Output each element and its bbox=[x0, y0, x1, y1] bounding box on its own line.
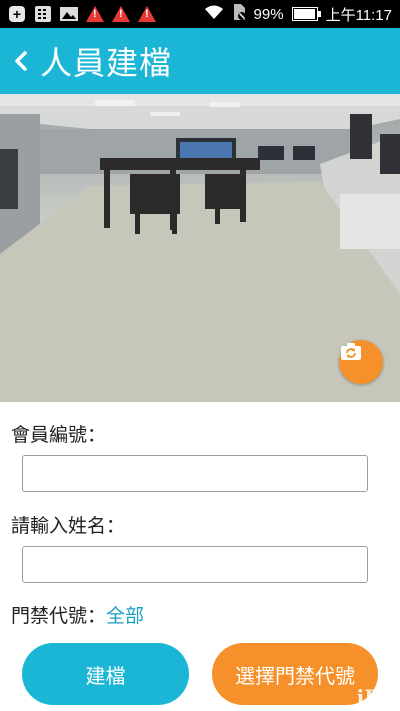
watermark-logo: iBT bbox=[356, 685, 396, 709]
camera-preview bbox=[0, 94, 400, 402]
member-no-label: 會員編號： bbox=[11, 424, 107, 446]
clock: 上午11:17 bbox=[325, 6, 392, 24]
wifi-icon bbox=[204, 4, 224, 24]
chevron-left-icon[interactable] bbox=[6, 46, 36, 76]
status-bar: + 99% 上午11:17 bbox=[0, 0, 400, 28]
page-title: 人員建檔 bbox=[40, 44, 173, 82]
door-code-value: 全部 bbox=[106, 605, 145, 627]
battery-icon bbox=[291, 7, 321, 21]
gallery-icon bbox=[60, 6, 78, 22]
name-label: 請輸入姓名： bbox=[11, 515, 126, 537]
no-sim-icon bbox=[232, 3, 246, 25]
add-notification-icon: + bbox=[8, 6, 26, 22]
app-bar: 人員建檔 bbox=[0, 28, 400, 94]
calculator-icon bbox=[34, 6, 52, 22]
door-code-row: 門禁代號：全部 bbox=[11, 601, 144, 628]
warning-icon bbox=[138, 6, 156, 22]
member-no-input[interactable] bbox=[22, 455, 368, 492]
battery-percent: 99% bbox=[253, 5, 284, 23]
select-door-code-button[interactable]: 選擇門禁代號 bbox=[212, 643, 378, 705]
camera-switch-icon[interactable] bbox=[339, 340, 383, 384]
warning-icon bbox=[86, 6, 104, 22]
door-code-label: 門禁代號： bbox=[11, 605, 107, 627]
warning-icon bbox=[112, 6, 130, 22]
create-button[interactable]: 建檔 bbox=[22, 643, 189, 705]
notification-icons: + bbox=[0, 6, 156, 22]
system-status: 99% 上午11:17 bbox=[204, 0, 392, 28]
name-input[interactable] bbox=[22, 546, 368, 583]
